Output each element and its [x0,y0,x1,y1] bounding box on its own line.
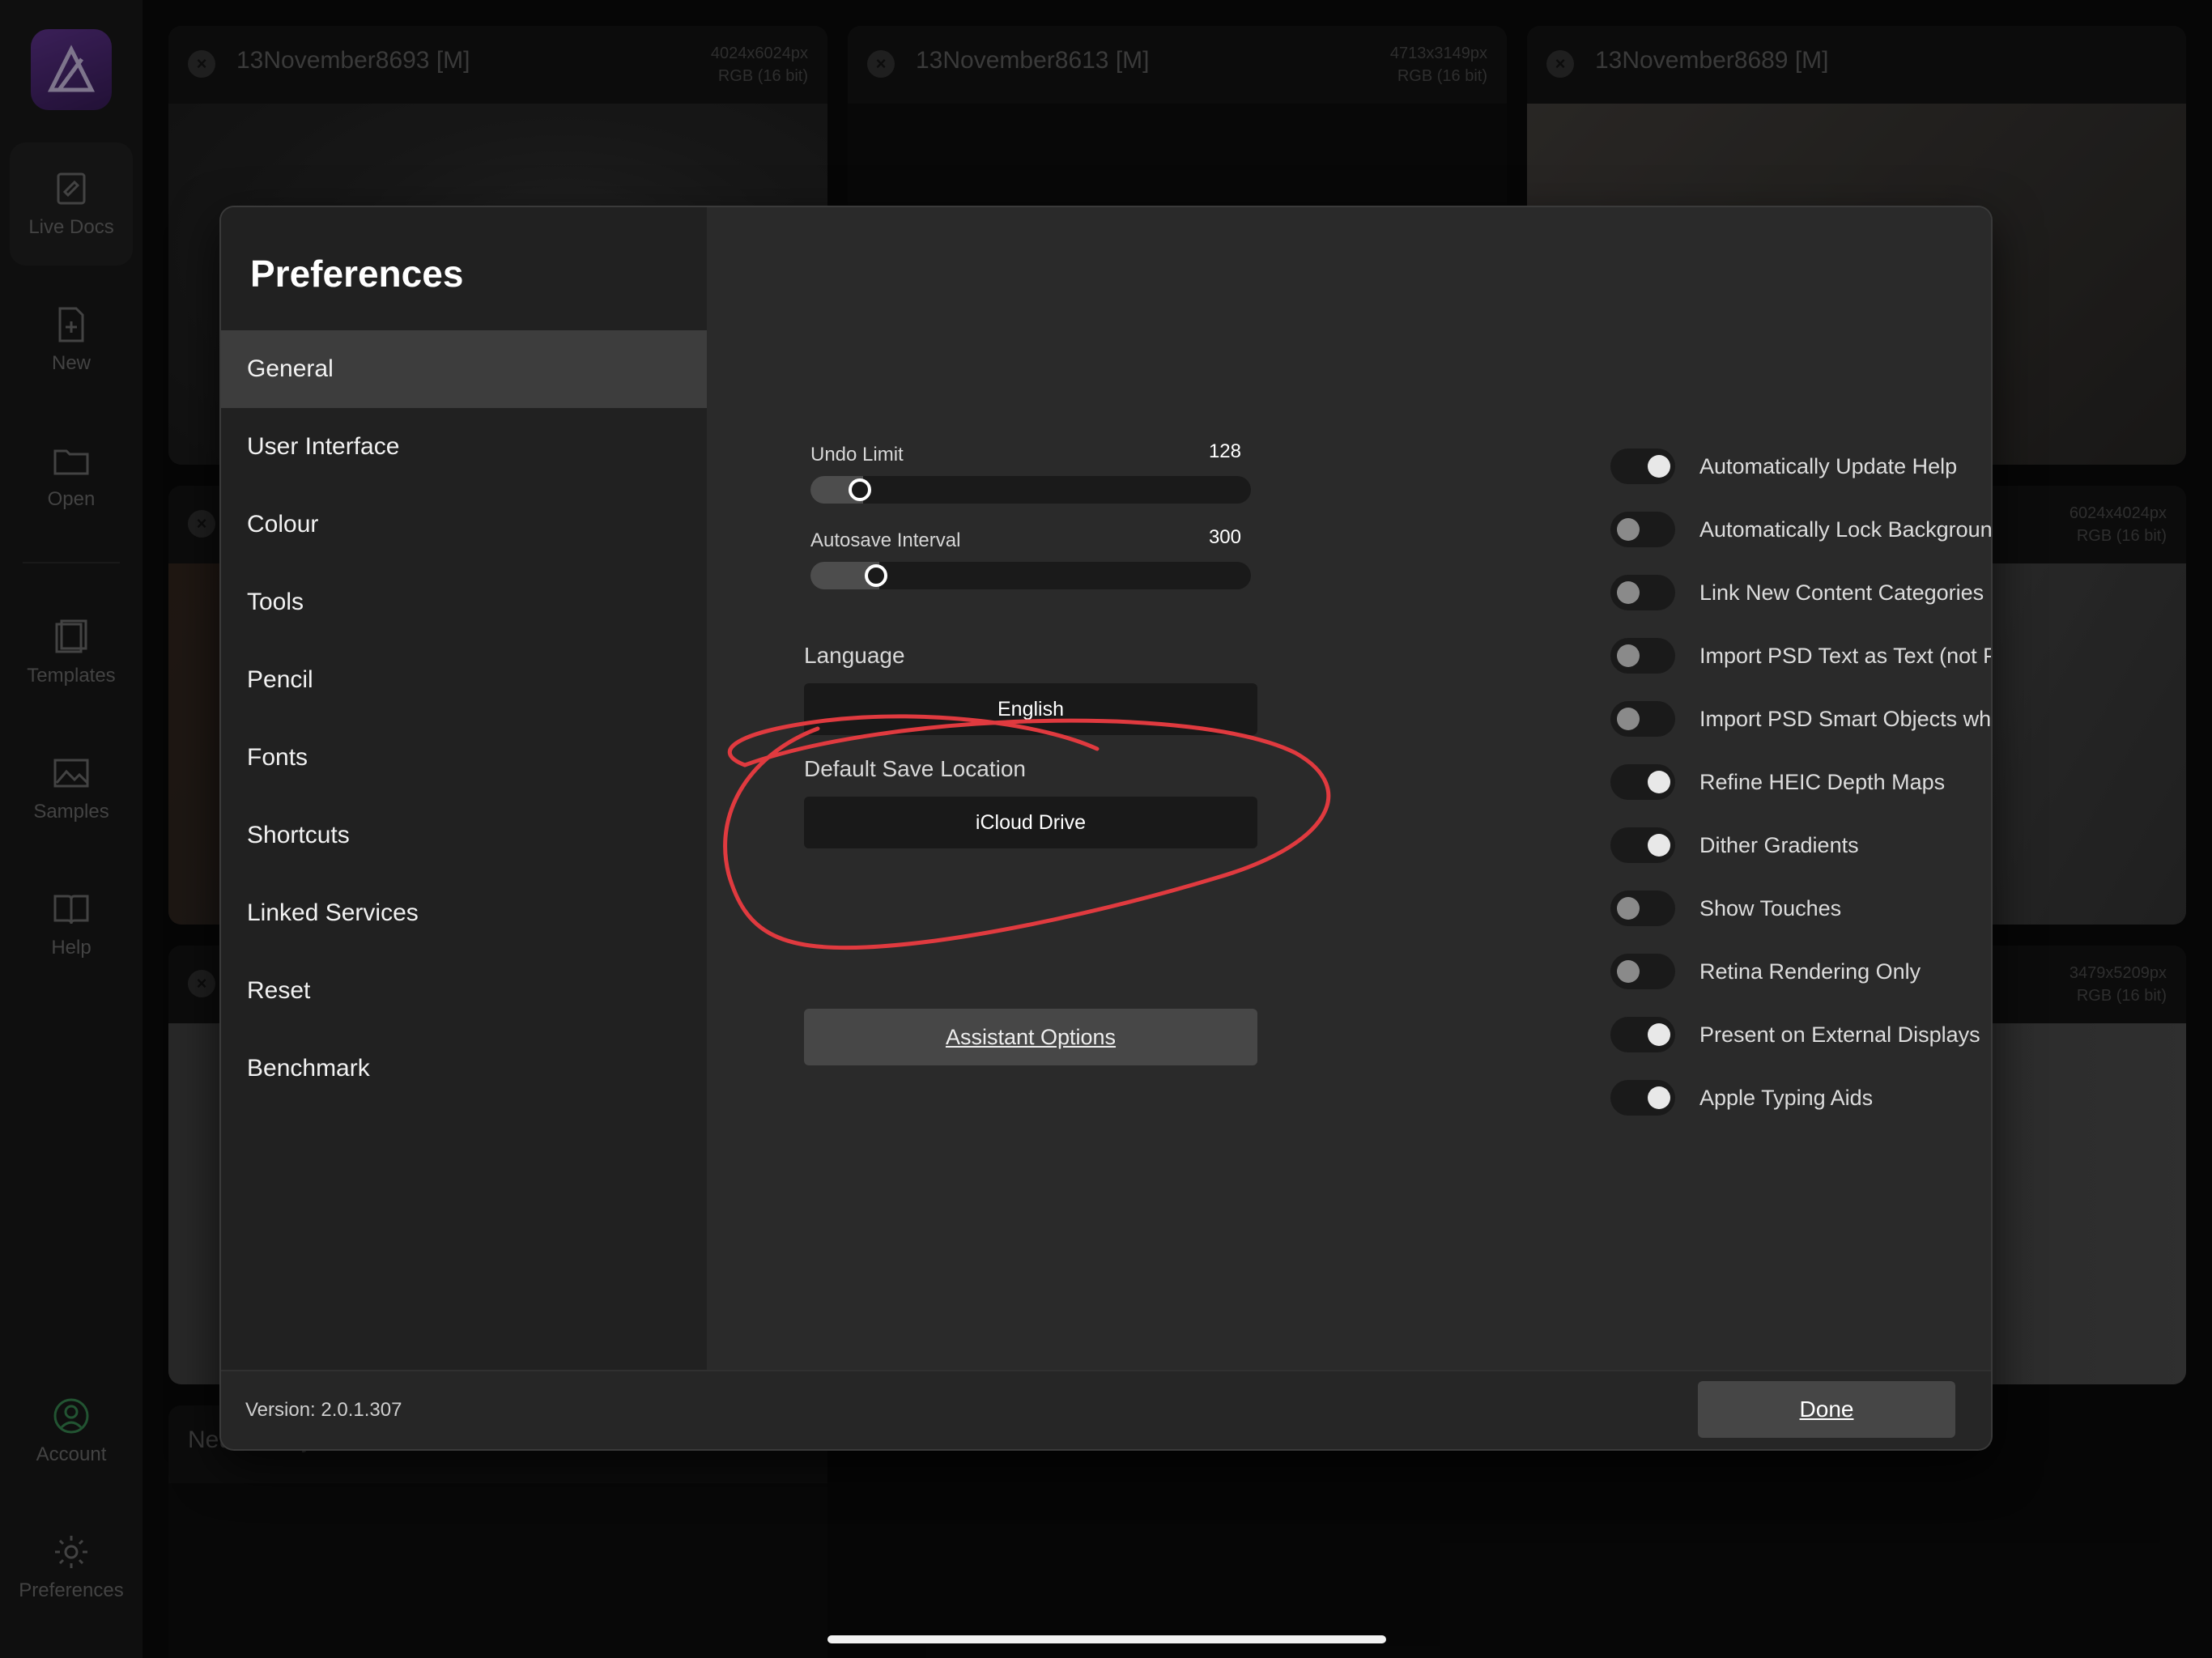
default-save-location-label: Default Save Location [804,756,1026,781]
nav-item-reset[interactable]: Reset [221,952,707,1030]
home-indicator [827,1635,1386,1643]
autosave-interval-value: 300 [1208,526,1241,548]
toggle-row-auto-update-help: Automatically Update Help [1610,447,1957,486]
nav-item-linked-services[interactable]: Linked Services [221,874,707,952]
toggle-switch[interactable] [1610,1017,1675,1052]
toggle-row-psd-text: Import PSD Text as Text (not Pixel Layer… [1610,636,1991,675]
toggle-row-apple-typing-aids: Apple Typing Aids [1610,1078,1873,1117]
toggle-switch[interactable] [1610,638,1675,674]
dialog-footer: Version: 2.0.1.307 Done [221,1370,1991,1449]
toggle-label: Present on External Displays [1699,1022,1980,1047]
nav-item-general[interactable]: General [221,330,707,408]
nav-item-tools[interactable]: Tools [221,563,707,641]
toggle-row-link-content-categories: Link New Content Categories [1610,573,1984,612]
nav-item-user-interface[interactable]: User Interface [221,408,707,486]
toggle-switch[interactable] [1610,1080,1675,1116]
toggle-label: Apple Typing Aids [1699,1085,1874,1110]
dialog-title: Preferences [250,253,464,295]
toggle-switch[interactable] [1610,701,1675,737]
preferences-dialog: Preferences General User Interface Colou… [221,207,1991,1449]
assistant-options-button[interactable]: Assistant Options [804,1009,1257,1065]
toggle-label: Dither Gradients [1699,832,1859,857]
toggle-row-retina-rendering: Retina Rendering Only [1610,952,1921,991]
general-settings-panel: Undo Limit 128 Autosave Interval 300 Lan… [707,207,1991,1370]
language-select[interactable]: English [804,683,1257,735]
autosave-interval-slider[interactable] [810,562,1251,589]
undo-limit-label: Undo Limit [810,444,904,466]
screen: × 13November8693 [M] 4024x6024px RGB (16 … [0,0,2212,1658]
nav-item-benchmark[interactable]: Benchmark [221,1030,707,1107]
nav-item-pencil[interactable]: Pencil [221,641,707,719]
nav-item-fonts[interactable]: Fonts [221,719,707,797]
toggle-label: Show Touches [1699,895,1842,920]
done-button[interactable]: Done [1698,1381,1955,1438]
nav-item-colour[interactable]: Colour [221,486,707,563]
autosave-interval-label: Autosave Interval [810,529,961,551]
toggle-switch[interactable] [1610,827,1675,863]
toggle-label: Retina Rendering Only [1699,959,1921,984]
toggle-switch[interactable] [1610,764,1675,800]
undo-limit-slider[interactable] [810,476,1251,504]
toggle-switch[interactable] [1610,891,1675,926]
preferences-sidebar: Preferences General User Interface Colou… [221,207,707,1370]
language-label: Language [804,643,905,668]
nav-item-shortcuts[interactable]: Shortcuts [221,797,707,874]
toggle-label: Automatically Lock Background Layer on I… [1699,517,1991,542]
undo-limit-value: 128 [1208,440,1241,462]
toggle-row-heic-depth: Refine HEIC Depth Maps [1610,763,1945,801]
version-label: Version: 2.0.1.307 [245,1399,402,1421]
toggle-label: Refine HEIC Depth Maps [1699,769,1946,794]
toggle-switch[interactable] [1610,449,1675,484]
toggle-switch[interactable] [1610,575,1675,610]
toggle-switch[interactable] [1610,954,1675,989]
toggle-row-show-touches: Show Touches [1610,889,1841,928]
toggle-row-lock-background: Automatically Lock Background Layer on I… [1610,510,1991,549]
toggle-label: Automatically Update Help [1699,453,1958,478]
slider-thumb[interactable] [865,564,887,587]
toggle-row-psd-smart-objects: Import PSD Smart Objects where Possible [1610,699,1991,738]
toggle-row-dither-gradients: Dither Gradients [1610,826,1859,865]
toggle-label: Import PSD Text as Text (not Pixel Layer… [1699,643,1991,668]
toggle-switch[interactable] [1610,512,1675,547]
default-save-location-select[interactable]: iCloud Drive [804,797,1257,848]
toggle-label: Import PSD Smart Objects where Possible [1699,706,1991,731]
slider-thumb[interactable] [849,478,871,501]
toggle-label: Link New Content Categories [1699,580,1984,605]
toggle-row-external-displays: Present on External Displays [1610,1015,1980,1054]
